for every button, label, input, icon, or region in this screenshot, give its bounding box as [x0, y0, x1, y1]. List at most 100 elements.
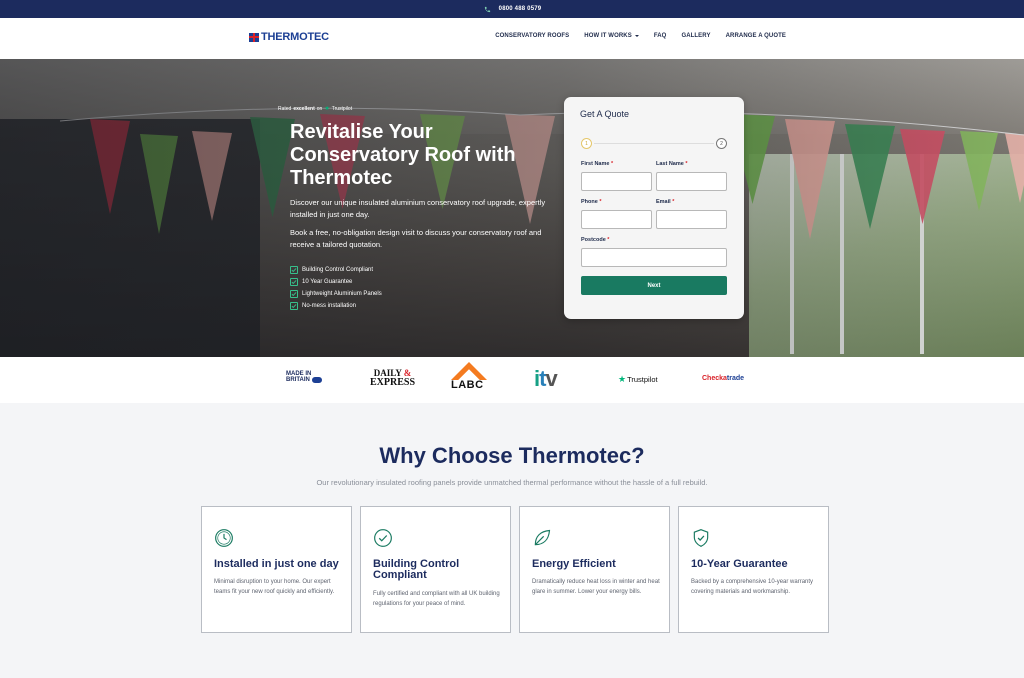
feature-card-one-day: Installed in just one day Minimal disrup… — [201, 506, 352, 633]
hero-description: Discover our unique insulated aluminium … — [290, 198, 546, 219]
quote-form: Get A Quote 1 2 First Name * Last Name *… — [564, 97, 744, 319]
nav-gallery[interactable]: GALLERY — [681, 33, 710, 39]
card-title: Installed in just one day — [214, 558, 339, 570]
required-marker: * — [672, 199, 675, 205]
first-name-field[interactable] — [581, 172, 652, 191]
card-text: Fully certified and compliant with all U… — [373, 591, 500, 607]
required-marker: * — [599, 199, 602, 205]
site-header: THERMOTEC CONSERVATORY ROOFS HOW IT WORK… — [0, 18, 1024, 59]
daily-express-logo: DAILY & EXPRESS — [370, 369, 416, 388]
checkbox-tick-icon — [290, 289, 298, 298]
card-text: Backed by a comprehensive 10-year warran… — [691, 579, 814, 595]
quote-form-title: Get A Quote — [580, 109, 630, 119]
rated-on: on — [316, 105, 323, 112]
clock-icon — [214, 528, 234, 548]
feature-checklist: Building Control Compliant 10 Year Guara… — [290, 265, 382, 310]
phone-number-link[interactable]: 0800 488 0579 — [499, 6, 542, 12]
card-text: Minimal disruption to your home. Our exp… — [214, 579, 335, 595]
logo-text: THERMOTEC — [261, 31, 329, 43]
step-indicator-1: 1 — [581, 138, 592, 149]
logo-text: Checka — [702, 375, 727, 382]
card-title: Energy Efficient — [532, 558, 616, 570]
check-circle-icon — [373, 528, 393, 548]
logo-text: BRITAIN — [286, 377, 310, 383]
phone-label: Phone * — [581, 199, 601, 205]
checkbox-tick-icon — [290, 301, 298, 310]
feature-card-guarantee: 10-Year Guarantee Backed by a comprehens… — [678, 506, 829, 633]
rated-prefix: Rated — [278, 105, 292, 112]
required-marker: * — [685, 161, 688, 167]
feature-card-compliant: Building Control Compliant Fully certifi… — [360, 506, 511, 633]
chevron-down-icon — [634, 35, 639, 37]
progress-line — [594, 143, 714, 144]
checkbox-tick-icon — [290, 277, 298, 286]
first-name-label: First Name * — [581, 161, 613, 167]
last-name-label: Last Name * — [656, 161, 688, 167]
card-text: Dramatically reduce heat loss in winter … — [532, 579, 660, 595]
label-text: Phone — [581, 199, 598, 205]
nav-conservatory-roofs[interactable]: CONSERVATORY ROOFS — [495, 33, 569, 39]
nav-how-it-works[interactable]: HOW IT WORKS — [584, 33, 639, 39]
itv-logo: itv — [534, 366, 558, 392]
checkatrade-logo: Checka trade — [702, 375, 744, 382]
nav-faq[interactable]: FAQ — [654, 33, 667, 39]
trustpilot-star-icon: ★ — [618, 374, 627, 384]
logo-text: EXPRESS — [370, 377, 416, 388]
checklist-label: Building Control Compliant — [302, 266, 374, 273]
thermotec-logo[interactable]: THERMOTEC — [249, 31, 329, 43]
nav-label: FAQ — [653, 33, 667, 39]
union-flag-icon — [249, 32, 259, 42]
main-nav: CONSERVATORY ROOFS HOW IT WORKS FAQ GALL… — [495, 33, 786, 39]
logo-text: LABC — [451, 379, 484, 391]
postcode-label: Postcode * — [581, 237, 609, 243]
hero-section: Rated excellent on ★ Trustpilot Revitali… — [0, 59, 1024, 357]
required-marker: * — [610, 161, 614, 167]
hero-title: Revitalise Your Conservatory Roof with T… — [290, 121, 516, 189]
rated-brand: Trustpilot — [331, 105, 353, 112]
logo-text: v — [545, 366, 557, 391]
phone-field[interactable] — [581, 210, 652, 229]
trustpilot-logo: ★ Trustpilot — [618, 374, 658, 385]
card-title: Building Control Compliant — [373, 558, 460, 581]
postcode-field[interactable] — [581, 248, 727, 267]
trustpilot-rating: Rated excellent on ★ Trustpilot — [278, 105, 353, 113]
leaf-icon — [532, 528, 552, 548]
step-indicator-2: 2 — [716, 138, 727, 149]
checklist-item: No-mess installation — [290, 301, 382, 310]
logo-text: trade — [726, 375, 745, 382]
checkbox-tick-icon — [290, 265, 298, 274]
labc-logo: LABC — [451, 362, 487, 391]
checklist-label: 10 Year Guarantee — [302, 278, 353, 285]
card-title: 10-Year Guarantee — [691, 558, 788, 570]
section-subtitle: Our revolutionary insulated roofing pane… — [316, 478, 708, 487]
trustpilot-star-icon: ★ — [324, 106, 330, 112]
hero-cta-text: Book a free, no-obligation design visit … — [290, 228, 542, 249]
label-text: First Name — [581, 161, 610, 167]
label-text: Last Name — [656, 161, 684, 167]
nav-label: HOW IT WORKS — [584, 33, 632, 39]
nav-arrange-a-quote[interactable]: ARRANGE A QUOTE — [726, 33, 786, 39]
logo-text: Trustpilot — [627, 375, 658, 384]
phone-icon — [483, 4, 493, 14]
nav-label: GALLERY — [681, 33, 711, 39]
nav-label: ARRANGE A QUOTE — [725, 33, 786, 39]
press-logos-strip: MADE IN BRITAIN DAILY & EXPRESS LABC itv… — [0, 357, 1024, 403]
email-label: Email * — [656, 199, 674, 205]
logo-line: BRITAIN — [286, 377, 322, 383]
checklist-label: Lightweight Aluminium Panels — [302, 290, 382, 297]
shield-check-icon — [691, 528, 711, 548]
checklist-item: Lightweight Aluminium Panels — [290, 289, 382, 298]
label-text: Email — [656, 199, 671, 205]
email-field[interactable] — [656, 210, 727, 229]
checklist-item: Building Control Compliant — [290, 265, 382, 274]
nav-label: CONSERVATORY ROOFS — [495, 33, 570, 39]
made-in-britain-logo: MADE IN BRITAIN — [286, 371, 322, 383]
union-flag-icon — [311, 377, 322, 383]
label-text: Postcode — [581, 237, 606, 243]
required-marker: * — [607, 237, 610, 243]
last-name-field[interactable] — [656, 172, 727, 191]
feature-card-energy: Energy Efficient Dramatically reduce hea… — [519, 506, 670, 633]
rated-word: excellent — [293, 105, 315, 112]
labc-roof-icon — [451, 362, 487, 380]
next-button[interactable]: Next — [581, 276, 727, 295]
